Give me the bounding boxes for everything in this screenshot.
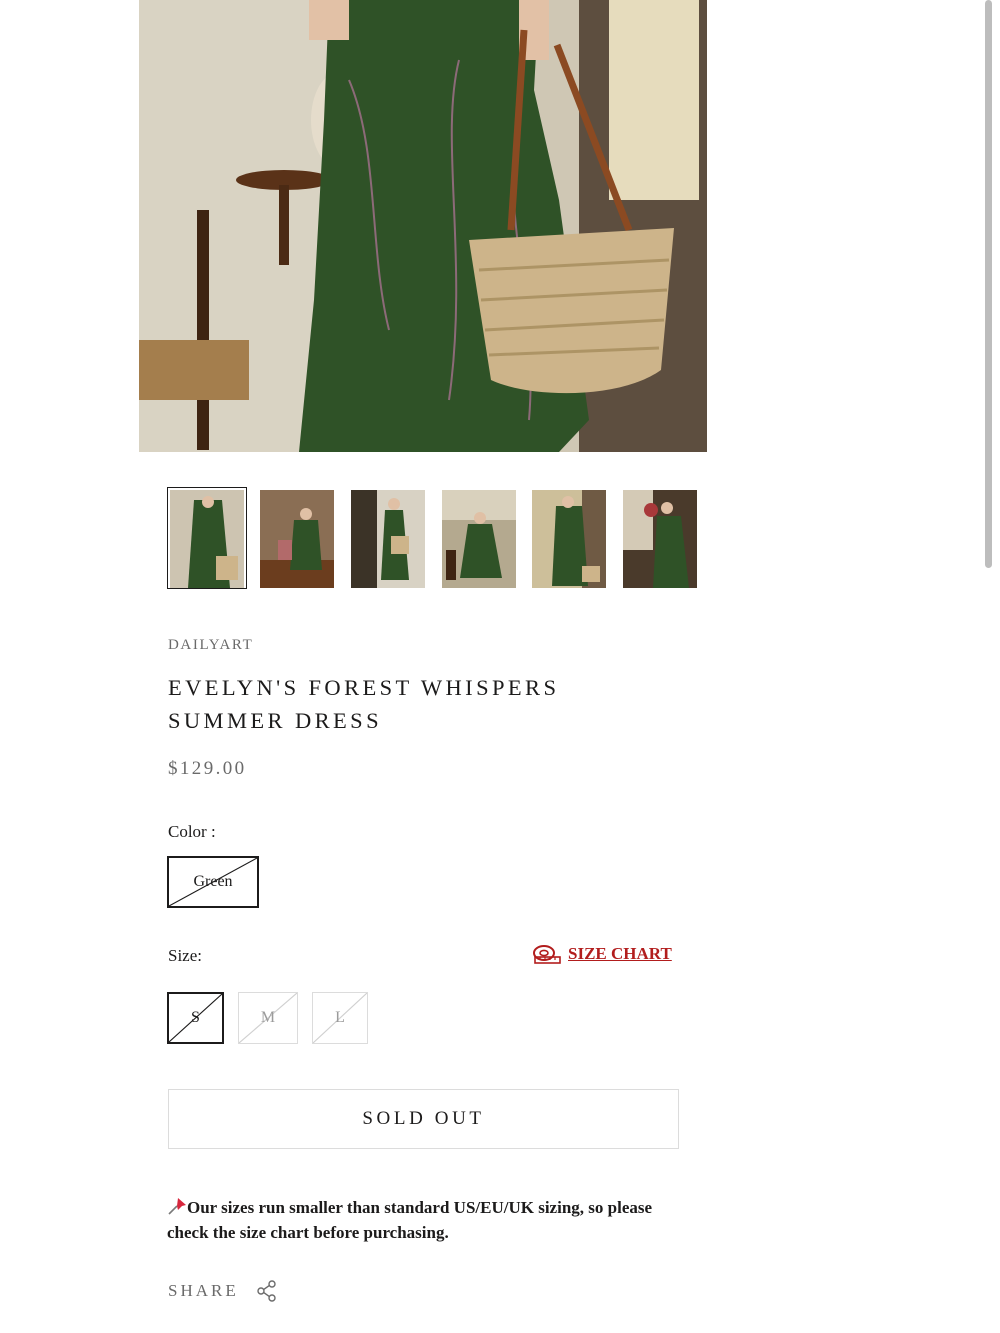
- size-option-l[interactable]: L: [312, 992, 368, 1044]
- product-price: $129.00: [168, 758, 247, 779]
- thumbnail-6[interactable]: [623, 490, 697, 588]
- thumbnail-2[interactable]: [260, 490, 334, 588]
- sizing-notice: Our sizes run smaller than standard US/E…: [167, 1195, 687, 1245]
- thumbnail-5[interactable]: [532, 490, 606, 588]
- size-option-s[interactable]: S: [167, 992, 224, 1044]
- product-title: EVELYN'S FOREST WHISPERS SUMMER DRESS: [168, 675, 560, 733]
- size-chart-link[interactable]: SIZE CHART: [532, 943, 672, 965]
- color-label: Color :: [168, 822, 216, 841]
- share-button[interactable]: SHARE: [168, 1280, 277, 1302]
- size-label: Size:: [168, 946, 202, 965]
- size-option-m[interactable]: M: [238, 992, 298, 1044]
- sold-out-button[interactable]: SOLD OUT: [168, 1089, 679, 1149]
- tape-measure-icon: [533, 945, 561, 964]
- sizing-notice-text: Our sizes run smaller than standard US/E…: [167, 1198, 653, 1242]
- page-scrollbar[interactable]: [985, 0, 992, 568]
- share-label: SHARE: [168, 1281, 239, 1300]
- share-icon: [257, 1280, 276, 1302]
- size-chart-label: SIZE CHART: [568, 944, 672, 963]
- size-option-label: L: [335, 1009, 345, 1026]
- thumbnail-4[interactable]: [442, 490, 516, 588]
- thumbnail-3[interactable]: [351, 490, 425, 588]
- size-option-label: S: [191, 1009, 200, 1026]
- product-vendor[interactable]: DAILYART: [168, 637, 253, 654]
- product-photo: [139, 0, 707, 452]
- thumbnail-1[interactable]: [167, 487, 247, 589]
- thumbnail-strip: [167, 487, 708, 589]
- product-main-image[interactable]: [139, 0, 707, 452]
- pushpin-icon: [168, 1198, 186, 1215]
- color-option-green[interactable]: Green: [167, 856, 259, 908]
- size-option-label: M: [260, 1009, 276, 1026]
- color-option-label: Green: [193, 873, 233, 890]
